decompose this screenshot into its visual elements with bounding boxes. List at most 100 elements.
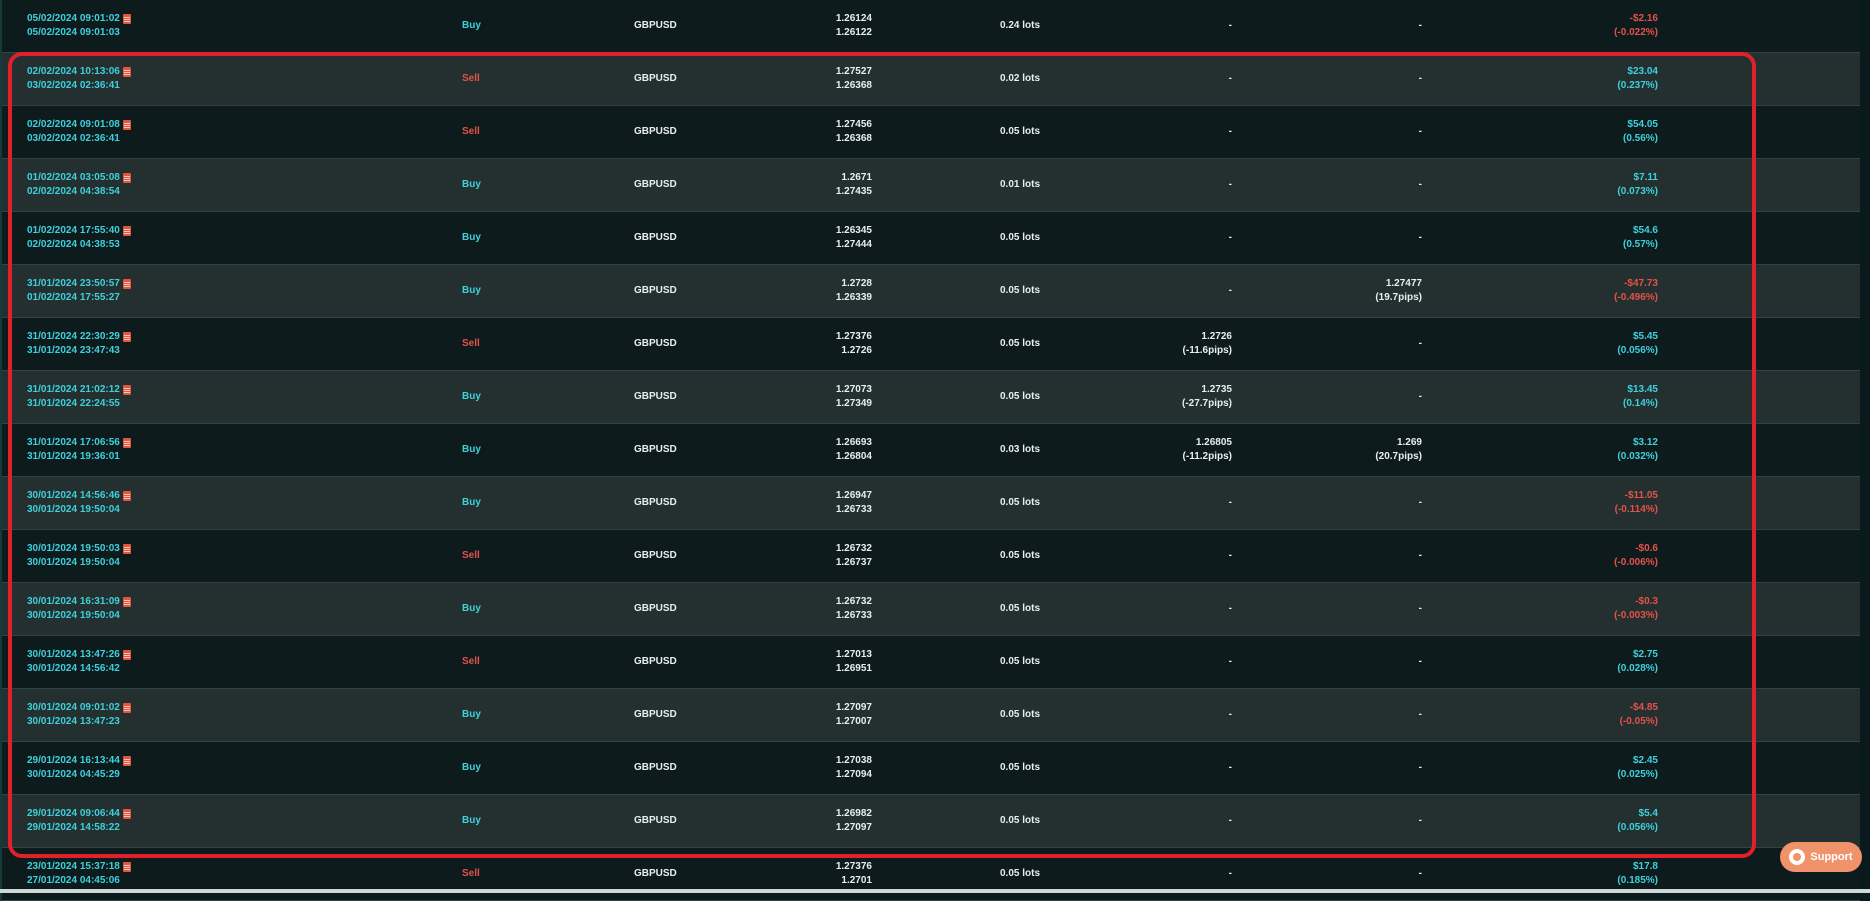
trade-row[interactable]: 31/01/2024 22:30:29 31/01/2024 23:47:43 … (2, 318, 1860, 371)
take-profit: - (1322, 795, 1422, 847)
close-price: 1.27444 (835, 239, 872, 250)
trade-lots: 0.05 lots (1000, 497, 1041, 508)
open-time: 31/01/2024 21:02:12 (27, 384, 120, 395)
close-price: 1.26951 (835, 663, 872, 674)
document-icon[interactable] (122, 173, 131, 183)
document-icon[interactable] (122, 438, 131, 448)
trade-row[interactable]: 29/01/2024 09:06:44 29/01/2024 14:58:22 … (2, 795, 1860, 848)
trade-row[interactable]: 01/02/2024 03:05:08 02/02/2024 04:38:54 … (2, 159, 1860, 212)
profit-loss: $54.05 (0.56%) (1558, 106, 1658, 158)
document-icon[interactable] (122, 650, 131, 660)
trade-row[interactable]: 05/02/2024 09:01:02 05/02/2024 09:01:03 … (2, 0, 1860, 53)
profit-loss: $23.04 (0.237%) (1558, 53, 1658, 105)
document-icon[interactable] (122, 544, 131, 554)
stop-loss: - (1132, 106, 1232, 158)
trade-symbol: GBPUSD (634, 709, 677, 720)
document-icon[interactable] (122, 67, 131, 77)
close-time: 31/01/2024 23:47:43 (27, 345, 120, 356)
pnl-amount: $7.11 (1633, 172, 1658, 183)
pnl-percent: (-0.496%) (1614, 292, 1658, 303)
document-icon[interactable] (122, 703, 131, 713)
stop-loss: - (1132, 477, 1232, 529)
open-price: 1.26693 (835, 437, 872, 448)
trade-row[interactable]: 31/01/2024 21:02:12 31/01/2024 22:24:55 … (2, 371, 1860, 424)
document-icon[interactable] (122, 385, 131, 395)
document-icon[interactable] (122, 491, 131, 501)
document-icon[interactable] (122, 809, 131, 819)
stop-loss-price: - (1228, 656, 1232, 667)
profit-loss: -$11.05 (-0.114%) (1558, 477, 1658, 529)
stop-loss-price: - (1228, 603, 1232, 614)
trade-lots: 0.05 lots (1000, 338, 1041, 349)
pnl-amount: $54.6 (1632, 225, 1658, 236)
take-profit-price: - (1418, 762, 1422, 773)
take-profit-price: - (1418, 179, 1422, 190)
trade-row[interactable]: 31/01/2024 17:06:56 31/01/2024 19:36:01 … (2, 424, 1860, 477)
trade-symbol: GBPUSD (634, 603, 677, 614)
support-button[interactable]: Support (1780, 842, 1862, 872)
trade-dates: 30/01/2024 14:56:46 30/01/2024 19:50:04 (27, 477, 167, 529)
trade-lots: 0.05 lots (1000, 762, 1041, 773)
trade-dates: 31/01/2024 21:02:12 31/01/2024 22:24:55 (27, 371, 167, 423)
trade-type: Buy (462, 391, 481, 402)
document-icon[interactable] (122, 597, 131, 607)
stop-loss-pips: (-27.7pips) (1181, 398, 1232, 409)
trade-dates: 31/01/2024 22:30:29 31/01/2024 23:47:43 (27, 318, 167, 370)
trade-type: Buy (462, 815, 481, 826)
trade-row[interactable]: 29/01/2024 16:13:44 30/01/2024 04:45:29 … (2, 742, 1860, 795)
profit-loss: -$0.3 (-0.003%) (1558, 583, 1658, 635)
pnl-percent: (-0.003%) (1614, 610, 1658, 621)
close-time: 30/01/2024 14:56:42 (27, 663, 120, 674)
trade-row[interactable]: 30/01/2024 16:31:09 30/01/2024 19:50:04 … (2, 583, 1860, 636)
stop-loss: 1.2735 (-27.7pips) (1132, 371, 1232, 423)
open-time: 30/01/2024 16:31:09 (27, 596, 120, 607)
pnl-percent: (-0.022%) (1614, 27, 1658, 38)
pnl-percent: (0.028%) (1617, 663, 1658, 674)
trade-prices: 1.2671 1.27435 (792, 159, 872, 211)
trade-symbol: GBPUSD (634, 232, 677, 243)
stop-loss: - (1132, 689, 1232, 741)
document-icon[interactable] (122, 14, 131, 24)
trade-prices: 1.26982 1.27097 (792, 795, 872, 847)
stop-loss-price: 1.2735 (1201, 384, 1232, 395)
trade-row[interactable]: 23/01/2024 15:37:18 27/01/2024 04:45:06 … (2, 848, 1860, 901)
pnl-percent: (0.025%) (1617, 769, 1658, 780)
document-icon[interactable] (122, 862, 131, 872)
stop-loss: 1.26805 (-11.2pips) (1132, 424, 1232, 476)
trade-row[interactable]: 30/01/2024 19:50:03 30/01/2024 19:50:04 … (2, 530, 1860, 583)
take-profit: - (1322, 583, 1422, 635)
trade-row[interactable]: 30/01/2024 09:01:02 30/01/2024 13:47:23 … (2, 689, 1860, 742)
document-icon[interactable] (122, 279, 131, 289)
trade-prices: 1.26732 1.26733 (792, 583, 872, 635)
open-price: 1.27456 (835, 119, 872, 130)
close-price: 1.27094 (835, 769, 872, 780)
trade-prices: 1.27013 1.26951 (792, 636, 872, 688)
trade-row[interactable]: 30/01/2024 13:47:26 30/01/2024 14:56:42 … (2, 636, 1860, 689)
close-time: 30/01/2024 19:50:04 (27, 504, 120, 515)
pnl-percent: (0.237%) (1617, 80, 1658, 91)
trade-prices: 1.27527 1.26368 (792, 53, 872, 105)
trade-row[interactable]: 02/02/2024 09:01:08 03/02/2024 02:36:41 … (2, 106, 1860, 159)
take-profit: - (1322, 212, 1422, 264)
open-time: 31/01/2024 22:30:29 (27, 331, 120, 342)
trade-prices: 1.27038 1.27094 (792, 742, 872, 794)
document-icon[interactable] (122, 332, 131, 342)
document-icon[interactable] (122, 756, 131, 766)
trade-row[interactable]: 31/01/2024 23:50:57 01/02/2024 17:55:27 … (2, 265, 1860, 318)
open-time: 31/01/2024 23:50:57 (27, 278, 120, 289)
open-price: 1.2671 (841, 172, 872, 183)
take-profit-price: - (1418, 338, 1422, 349)
trade-symbol: GBPUSD (634, 20, 677, 31)
close-price: 1.26733 (835, 504, 872, 515)
horizontal-scrollbar[interactable] (0, 889, 1870, 893)
stop-loss-price: - (1228, 20, 1232, 31)
stop-loss: - (1132, 265, 1232, 317)
trade-row[interactable]: 01/02/2024 17:55:40 02/02/2024 04:38:53 … (2, 212, 1860, 265)
trade-row[interactable]: 02/02/2024 10:13:06 03/02/2024 02:36:41 … (2, 53, 1860, 106)
pnl-percent: (0.073%) (1617, 186, 1658, 197)
close-time: 27/01/2024 04:45:06 (27, 875, 120, 886)
document-icon[interactable] (122, 226, 131, 236)
close-time: 30/01/2024 19:50:04 (27, 557, 120, 568)
document-icon[interactable] (122, 120, 131, 130)
trade-row[interactable]: 30/01/2024 14:56:46 30/01/2024 19:50:04 … (2, 477, 1860, 530)
